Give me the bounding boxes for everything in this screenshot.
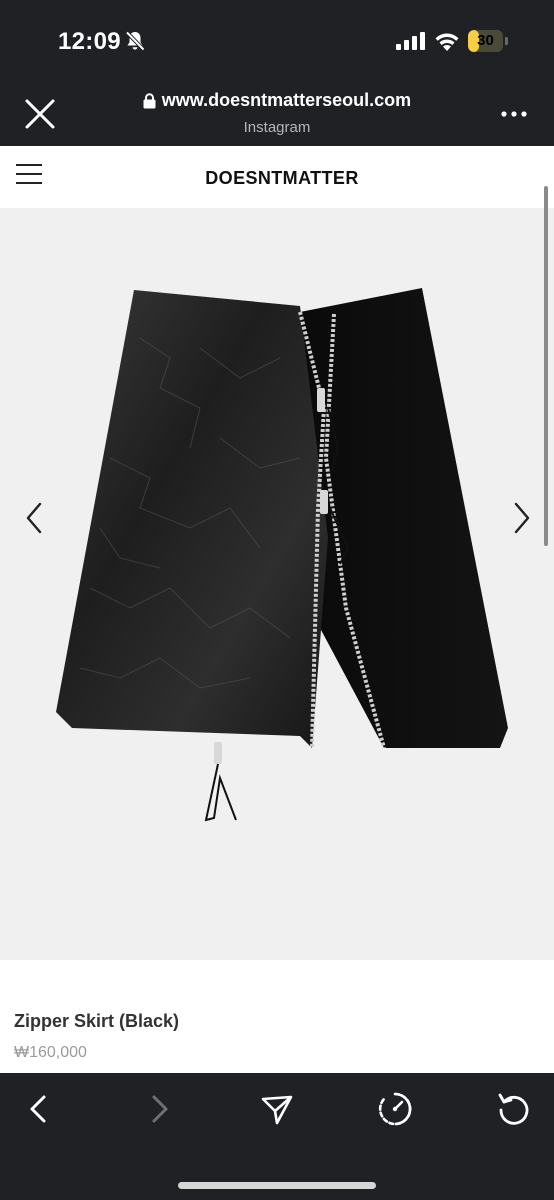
back-icon[interactable]: [22, 1091, 58, 1127]
product-image: [0, 208, 554, 960]
site-brand[interactable]: DOESNTMATTER: [0, 168, 554, 189]
more-icon[interactable]: [500, 104, 528, 124]
share-icon[interactable]: [259, 1091, 295, 1127]
bell-slash-icon: [125, 31, 145, 51]
url-text: www.doesntmatterseoul.com: [161, 90, 412, 110]
wifi-icon: [435, 33, 459, 51]
site-header: DOESNTMATTER: [0, 146, 554, 208]
product-price: ₩160,000: [14, 1044, 87, 1061]
home-indicator[interactable]: [178, 1182, 376, 1189]
source-app-label: Instagram: [243, 118, 311, 136]
battery-cap: [505, 37, 508, 45]
reload-icon[interactable]: [496, 1091, 532, 1127]
product-gallery[interactable]: [0, 208, 554, 960]
browser-header: www.doesntmatterseoul.com Instagram: [0, 84, 554, 146]
battery-level: 30: [477, 32, 494, 49]
browser-toolbar: [0, 1073, 554, 1200]
chevron-left-icon[interactable]: [22, 498, 46, 538]
product-title: Zipper Skirt (Black): [14, 1011, 180, 1031]
forward-icon[interactable]: [140, 1091, 176, 1127]
cellular-signal-icon: [396, 32, 425, 50]
speed-icon[interactable]: [377, 1091, 413, 1127]
web-content: DOESNTMATTER Zipper Skirt (Black) ₩160,0…: [0, 146, 554, 1073]
close-icon[interactable]: [22, 96, 58, 132]
status-time: 12:09: [58, 28, 121, 55]
url-line: www.doesntmatterseoul.com: [143, 90, 411, 111]
scrollbar[interactable]: [544, 186, 548, 546]
chevron-right-icon[interactable]: [510, 498, 534, 538]
lock-icon: [143, 92, 156, 108]
status-bar: 12:09 30: [0, 0, 554, 84]
url-bar[interactable]: www.doesntmatterseoul.com Instagram: [100, 90, 454, 136]
screen: 12:09 30 www.doesntmatterseoul.com Insta…: [0, 0, 554, 1200]
battery-body: 30: [468, 30, 503, 52]
battery-icon: 30: [468, 30, 508, 52]
